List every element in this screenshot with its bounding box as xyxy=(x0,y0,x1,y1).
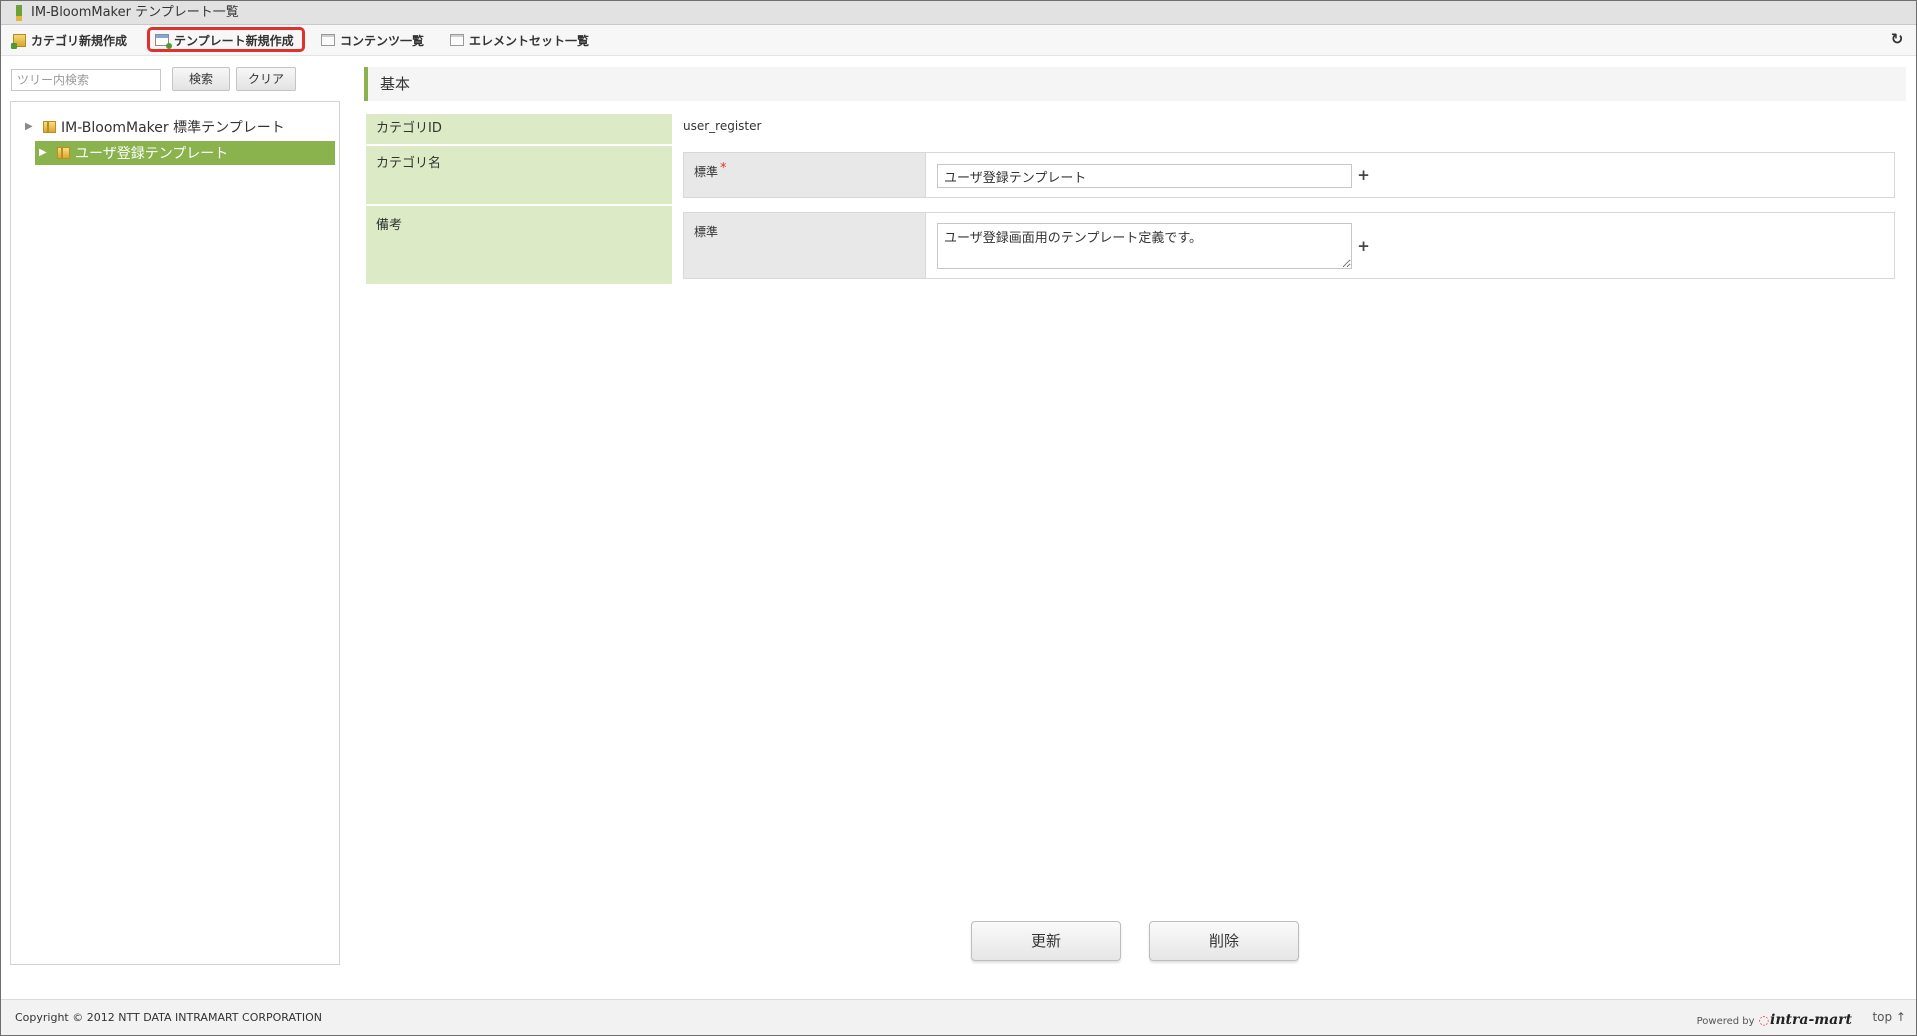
app-window: IM-BloomMaker テンプレート一覧 カテゴリ新規作成 テンプレート新規… xyxy=(0,0,1917,1036)
footer: Copyright © 2012 NTT DATA INTRAMART CORP… xyxy=(1,999,1916,1035)
add-locale-icon[interactable]: + xyxy=(1357,168,1370,183)
locale-label: 標準 * xyxy=(684,153,926,197)
tree-item-label: IM-BloomMaker 標準テンプレート xyxy=(61,120,285,136)
elementset-list-button[interactable]: エレメントセット一覧 xyxy=(450,29,589,51)
locale-label: 標準 xyxy=(684,213,926,278)
category-id-label: カテゴリID xyxy=(366,114,672,144)
elementset-list-label: エレメントセット一覧 xyxy=(469,33,590,48)
powered-by-text: Powered by xyxy=(1696,1016,1755,1027)
category-new-label: カテゴリ新規作成 xyxy=(31,33,128,48)
list-icon xyxy=(450,34,464,46)
expand-arrow-icon[interactable]: ▶ xyxy=(25,122,35,132)
tree-item[interactable]: ▶ IM-BloomMaker 標準テンプレート xyxy=(25,115,285,139)
list-icon xyxy=(321,34,335,46)
category-new-button[interactable]: カテゴリ新規作成 xyxy=(11,29,128,51)
brand-mark-icon: ◌ xyxy=(1758,1013,1770,1027)
section-title: 基本 xyxy=(364,67,1906,101)
brand-text: intra-mart xyxy=(1770,1012,1852,1028)
category-name-input[interactable] xyxy=(937,164,1352,188)
category-name-label: カテゴリ名 xyxy=(366,146,672,204)
expand-arrow-icon[interactable]: ▶ xyxy=(39,148,49,158)
category-add-icon xyxy=(11,33,26,49)
refresh-icon[interactable]: ↻ xyxy=(1890,32,1904,47)
tree-search-input[interactable] xyxy=(11,69,161,91)
locale-name: 標準 xyxy=(694,165,719,179)
locale-name: 標準 xyxy=(694,225,719,239)
remarks-textarea[interactable]: ユーザ登録画面用のテンプレート定義です。 xyxy=(937,223,1352,269)
contents-list-label: コンテンツ一覧 xyxy=(340,33,425,48)
category-id-value: user_register xyxy=(683,119,762,133)
brand-logo: ◌intra-mart xyxy=(1759,1012,1852,1028)
powered-by: Powered by ◌intra-mart xyxy=(1697,1012,1852,1028)
title-bar: IM-BloomMaker テンプレート一覧 xyxy=(1,1,1916,25)
top-link[interactable]: top ↑ xyxy=(1872,1010,1906,1024)
add-locale-icon[interactable]: + xyxy=(1357,239,1370,254)
tree-item-selected[interactable]: ▶ ユーザ登録テンプレート xyxy=(35,141,335,165)
highlight-annotation xyxy=(147,27,305,52)
category-name-table: 標準* + xyxy=(683,152,1895,198)
contents-list-button[interactable]: コンテンツ一覧 xyxy=(321,29,424,51)
update-button[interactable]: 更新 xyxy=(971,921,1121,961)
window-title: IM-BloomMaker テンプレート一覧 xyxy=(31,5,239,20)
required-mark: * xyxy=(720,161,727,176)
folder-icon xyxy=(43,121,56,133)
remarks-table: 標準 ユーザ登録画面用のテンプレート定義です。 + xyxy=(683,212,1895,279)
delete-button[interactable]: 削除 xyxy=(1149,921,1299,961)
search-button[interactable]: 検索 xyxy=(172,67,230,91)
tree-item-label: ユーザ登録テンプレート xyxy=(75,146,229,162)
clear-button[interactable]: クリア xyxy=(236,67,296,91)
app-logo-icon xyxy=(16,5,22,21)
category-tree: ▶ IM-BloomMaker 標準テンプレート ▶ ユーザ登録テンプレート xyxy=(10,101,340,965)
folder-icon xyxy=(57,147,70,159)
copyright-text: Copyright © 2012 NTT DATA INTRAMART CORP… xyxy=(15,1011,323,1024)
remarks-label: 備考 xyxy=(366,206,672,284)
